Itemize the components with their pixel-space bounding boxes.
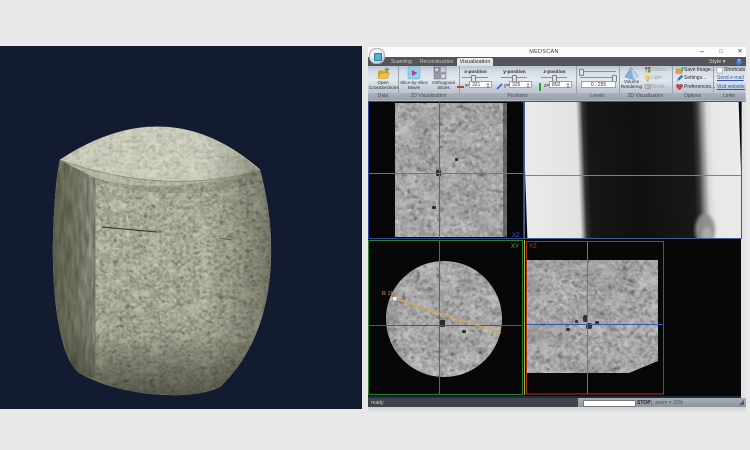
svg-text:YZ: YZ [529,244,537,250]
svg-text:R 16.9: R 16.9 [382,291,398,297]
svg-text:XY: XY [511,244,519,250]
svg-text:XZ: XZ [512,233,520,239]
